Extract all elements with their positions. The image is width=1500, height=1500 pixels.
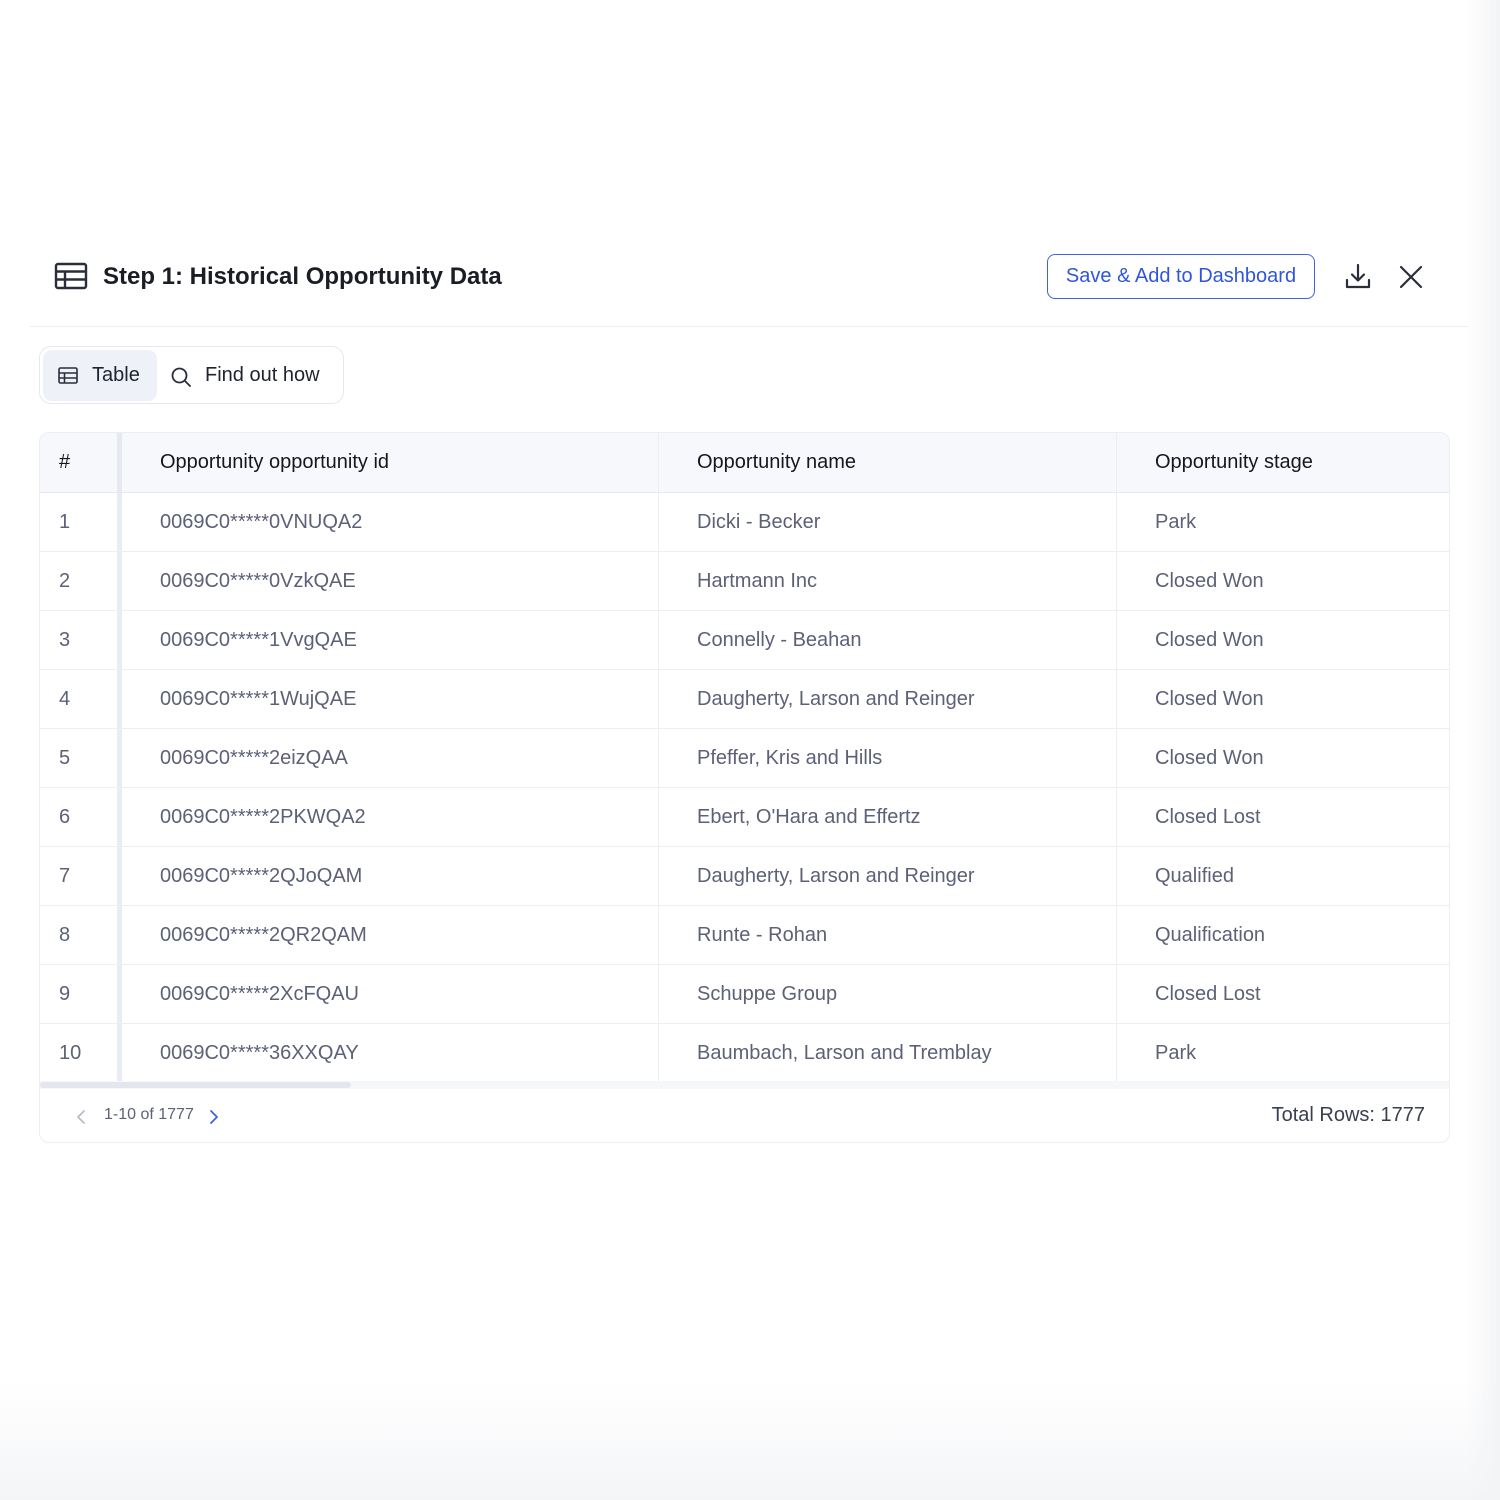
tab-label: Find out how <box>205 364 320 386</box>
cell-opportunity-stage: Closed Won <box>1116 551 1449 611</box>
horizontal-scrollbar[interactable] <box>40 1081 1449 1089</box>
cell-opportunity-name: Hartmann Inc <box>658 551 1117 611</box>
table-footer: 1-10 of 1777 Total Rows: 1777 <box>40 1091 1449 1142</box>
table-row[interactable]: 2 0069C0*****0VzkQAE Hartmann Inc Closed Wo… <box>40 551 1449 611</box>
cell-opportunity-stage: Park <box>1116 492 1449 552</box>
chevron-right-icon <box>210 1110 218 1124</box>
cell-opportunity-id: 0069C0*****2PKWQA2 <box>122 787 659 847</box>
table-row[interactable]: 9 0069C0*****2XcFQAU Schuppe Group Closed L… <box>40 964 1449 1024</box>
previous-page-button[interactable] <box>74 1108 90 1126</box>
view-tabs: Table Find out how <box>39 346 344 404</box>
data-table: # Opportunity opportunity id Opportunity… <box>40 433 1449 1082</box>
cell-opportunity-stage: Closed Won <box>1116 610 1449 670</box>
cell-opportunity-stage: Closed Lost <box>1116 787 1449 847</box>
column-header-opportunity-id[interactable]: Opportunity opportunity id <box>122 433 659 493</box>
column-header-opportunity-name[interactable]: Opportunity name <box>658 433 1117 493</box>
cell-opportunity-name: Connelly - Beahan <box>658 610 1117 670</box>
cell-opportunity-stage: Park <box>1116 1023 1449 1082</box>
cell-opportunity-name: Schuppe Group <box>658 964 1117 1024</box>
column-header-number[interactable]: # <box>40 433 117 493</box>
next-page-button[interactable] <box>205 1108 221 1126</box>
cell-opportunity-name: Daugherty, Larson and Reinger <box>658 846 1117 906</box>
cell-row-number: 4 <box>40 669 117 729</box>
cell-opportunity-name: Ebert, O'Hara and Effertz <box>658 787 1117 847</box>
table-icon <box>58 367 78 384</box>
cell-opportunity-stage: Closed Won <box>1116 669 1449 729</box>
column-header-opportunity-stage[interactable]: Opportunity stage <box>1116 433 1449 493</box>
cell-opportunity-stage: Closed Won <box>1116 728 1449 788</box>
table-header-row: # Opportunity opportunity id Opportunity… <box>40 433 1449 493</box>
tab-label: Table <box>92 364 140 386</box>
table-row[interactable]: 3 0069C0*****1VvgQAE Connelly - Beahan Clos… <box>40 610 1449 670</box>
table-row[interactable]: 5 0069C0*****2eizQAA Pfeffer, Kris and Hil… <box>40 728 1449 788</box>
tab-find-out-how[interactable]: Find out how <box>161 350 339 401</box>
cell-opportunity-id: 0069C0*****2QR2QAM <box>122 905 659 965</box>
table-icon <box>54 262 88 290</box>
chevron-left-icon <box>77 1110 85 1124</box>
data-table-card: # Opportunity opportunity id Opportunity… <box>39 432 1450 1143</box>
cell-opportunity-id: 0069C0*****1WujQAE <box>122 669 659 729</box>
cell-opportunity-id: 0069C0*****2QJoQAM <box>122 846 659 906</box>
cell-row-number: 8 <box>40 905 117 965</box>
search-icon <box>171 367 191 387</box>
table-row[interactable]: 4 0069C0*****1WujQAE Daugherty, Larson and… <box>40 669 1449 729</box>
cell-opportunity-stage: Qualified <box>1116 846 1449 906</box>
table-row[interactable]: 6 0069C0*****2PKWQA2 Ebert, O'Hara and Eff… <box>40 787 1449 847</box>
pagination-range: 1-10 of 1777 <box>104 1106 194 1123</box>
cell-row-number: 3 <box>40 610 117 670</box>
cell-row-number: 5 <box>40 728 117 788</box>
scrollbar-thumb[interactable] <box>40 1082 351 1088</box>
table-row[interactable]: 8 0069C0*****2QR2QAM Runte - Rohan Qualific… <box>40 905 1449 965</box>
table-row[interactable]: 1 0069C0*****0VNUQA2 Dicki - Becker Park <box>40 492 1449 552</box>
cell-row-number: 2 <box>40 551 117 611</box>
close-button[interactable] <box>1396 262 1426 292</box>
cell-opportunity-id: 0069C0*****0VNUQA2 <box>122 492 659 552</box>
cell-row-number: 6 <box>40 787 117 847</box>
close-icon <box>1399 265 1423 289</box>
cell-opportunity-name: Daugherty, Larson and Reinger <box>658 669 1117 729</box>
cell-row-number: 10 <box>59 1041 82 1064</box>
page: Step 1: Historical Opportunity Data Save… <box>0 0 1500 1500</box>
download-button[interactable] <box>1343 262 1373 292</box>
cell-opportunity-id: 0069C0*****36XXQAY <box>122 1023 659 1082</box>
table-row[interactable]: 10 0069C0*****36XXQAY Baumbach, Larson and… <box>40 1023 1449 1082</box>
cell-opportunity-id: 0069C0*****0VzkQAE <box>122 551 659 611</box>
cell-opportunity-name: Runte - Rohan <box>658 905 1117 965</box>
cell-opportunity-stage: Closed Lost <box>1116 964 1449 1024</box>
save-add-to-dashboard-button[interactable]: Save & Add to Dashboard <box>1047 254 1315 299</box>
page-title: Step 1: Historical Opportunity Data <box>103 263 502 290</box>
cell-row-number: 9 <box>40 964 117 1024</box>
cell-opportunity-name: Pfeffer, Kris and Hills <box>658 728 1117 788</box>
panel-header: Step 1: Historical Opportunity Data Save… <box>30 240 1468 327</box>
cell-row-number: 1 <box>40 492 117 552</box>
tab-table[interactable]: Table <box>43 350 157 401</box>
cell-opportunity-stage: Qualification <box>1116 905 1449 965</box>
download-icon <box>1345 263 1371 289</box>
total-rows: Total Rows: 1777 <box>1271 1104 1425 1126</box>
cell-opportunity-id: 0069C0*****1VvgQAE <box>122 610 659 670</box>
cell-opportunity-id: 0069C0*****2XcFQAU <box>122 964 659 1024</box>
cell-row-number: 7 <box>40 846 117 906</box>
cell-opportunity-name: Dicki - Becker <box>658 492 1117 552</box>
scroll-edge <box>1466 0 1500 1500</box>
table-row[interactable]: 7 0069C0*****2QJoQAM Daugherty, Larson and… <box>40 846 1449 906</box>
table-body: 1 0069C0*****0VNUQA2 Dicki - Becker Park 2 00… <box>40 492 1449 1082</box>
cell-opportunity-id: 0069C0*****2eizQAA <box>122 728 659 788</box>
cell-opportunity-name: Baumbach, Larson and Tremblay <box>658 1023 1117 1082</box>
